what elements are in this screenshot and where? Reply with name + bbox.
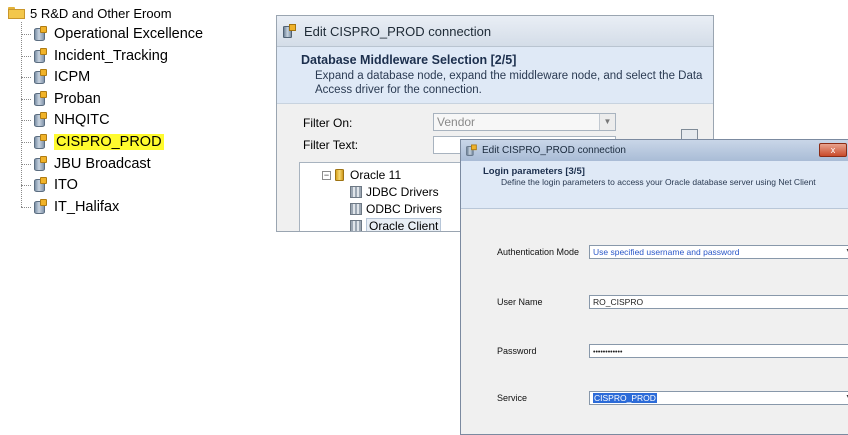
- window-titlebar[interactable]: Edit CISPRO_PROD connection: [461, 140, 848, 161]
- tree-root-label: 5 R&D and Other Eroom: [30, 5, 172, 21]
- database-icon: [33, 48, 47, 64]
- folder-icon: [8, 7, 25, 19]
- window-titlebar[interactable]: Edit CISPRO_PROD connection: [277, 16, 713, 47]
- user-name-value: RO_CISPRO: [593, 297, 644, 307]
- database-icon: [283, 23, 296, 39]
- filter-on-select[interactable]: Vendor ▼: [433, 113, 616, 131]
- tree-item-label: Incident_Tracking: [54, 48, 168, 64]
- tree-node-label: JDBC Drivers: [366, 185, 439, 199]
- auth-mode-value: Use specified username and password: [593, 247, 740, 257]
- tree-item-label: JBU Broadcast: [54, 156, 151, 172]
- password-label: Password: [497, 346, 537, 356]
- tree-node-label: ODBC Drivers: [366, 202, 443, 216]
- wizard-step-title: Database Middleware Selection [2/5]: [301, 53, 517, 67]
- service-label: Service: [497, 393, 528, 403]
- auth-mode-select[interactable]: Use specified username and password ▼: [589, 245, 848, 259]
- wizard-step-description: Expand a database node, expand the middl…: [315, 70, 703, 96]
- window-title: Edit CISPRO_PROD connection: [304, 23, 492, 39]
- service-select[interactable]: CISPRO_PROD ▼: [589, 391, 848, 405]
- tree-item-jbu-broadcast[interactable]: JBU Broadcast: [21, 154, 151, 174]
- database-icon: [33, 177, 47, 193]
- tree-item-label: Operational Excellence: [54, 26, 204, 42]
- service-value: CISPRO_PROD: [593, 393, 657, 403]
- tree-node-label: Oracle 11: [350, 168, 402, 182]
- wizard-step-title: Login parameters [3/5]: [483, 166, 585, 177]
- wizard-header: Login parameters [3/5] Define the login …: [461, 161, 848, 209]
- database-icon: [33, 112, 47, 128]
- tree-item-cispro-prod[interactable]: CISPRO_PROD: [21, 132, 164, 152]
- auth-mode-label: Authentication Mode: [497, 247, 580, 257]
- database-icon: [33, 156, 47, 172]
- tree-item-it-halifax[interactable]: IT_Halifax: [21, 197, 119, 217]
- database-icon: [33, 26, 47, 42]
- wizard-header: Database Middleware Selection [2/5] Expa…: [277, 47, 713, 104]
- tree-item-nhqitc[interactable]: NHQITC: [21, 110, 110, 130]
- database-icon: [335, 169, 344, 181]
- user-name-field[interactable]: RO_CISPRO: [589, 295, 848, 309]
- tree-node-oracle-11[interactable]: − Oracle 11: [322, 167, 401, 183]
- eroom-tree: 5 R&D and Other Eroom Operational Excell…: [0, 0, 270, 429]
- password-value: ••••••••••••: [593, 349, 623, 356]
- tree-node-odbc-drivers[interactable]: ODBC Drivers: [350, 201, 442, 217]
- tree-node-oracle-client[interactable]: Oracle Client: [350, 218, 442, 231]
- login-parameters-window: Edit CISPRO_PROD connection x Login para…: [460, 139, 848, 435]
- tree-item-label: Proban: [54, 91, 101, 107]
- tree-item-incident-tracking[interactable]: Incident_Tracking: [21, 46, 168, 66]
- tree-item-label: NHQITC: [54, 112, 110, 128]
- user-name-label: User Name: [497, 297, 543, 307]
- database-icon: [33, 91, 47, 107]
- tree-item-label: IT_Halifax: [54, 199, 120, 215]
- driver-icon: [350, 220, 362, 231]
- tree-item-icpm[interactable]: ICPM: [21, 67, 90, 87]
- collapse-icon[interactable]: −: [322, 170, 331, 180]
- database-icon: [33, 134, 47, 150]
- tree-item-label: ITO: [54, 177, 78, 193]
- tree-item-label: CISPRO_PROD: [54, 134, 164, 150]
- close-button[interactable]: x: [819, 143, 847, 157]
- driver-icon: [350, 203, 362, 215]
- database-icon: [33, 199, 47, 215]
- tree-item-proban[interactable]: Proban: [21, 89, 101, 109]
- close-icon: x: [830, 145, 836, 155]
- tree-item-operational-excellence[interactable]: Operational Excellence: [21, 24, 203, 44]
- wizard-step-description: Define the login parameters to access yo…: [501, 177, 816, 187]
- database-icon: [466, 144, 477, 157]
- filter-text-label: Filter Text:: [303, 138, 359, 152]
- password-field[interactable]: ••••••••••••: [589, 344, 848, 358]
- window-title: Edit CISPRO_PROD connection: [482, 145, 626, 156]
- database-icon: [33, 69, 47, 85]
- tree-item-label: ICPM: [54, 69, 91, 85]
- tree-root[interactable]: 5 R&D and Other Eroom: [8, 4, 172, 22]
- filter-on-value: Vendor: [437, 115, 476, 129]
- filter-on-label: Filter On:: [303, 116, 353, 130]
- tree-node-jdbc-drivers[interactable]: JDBC Drivers: [350, 184, 439, 200]
- tree-node-label: Oracle Client: [366, 218, 442, 231]
- chevron-down-icon[interactable]: ▼: [599, 114, 615, 130]
- tree-item-ito[interactable]: ITO: [21, 175, 78, 195]
- driver-icon: [350, 186, 362, 198]
